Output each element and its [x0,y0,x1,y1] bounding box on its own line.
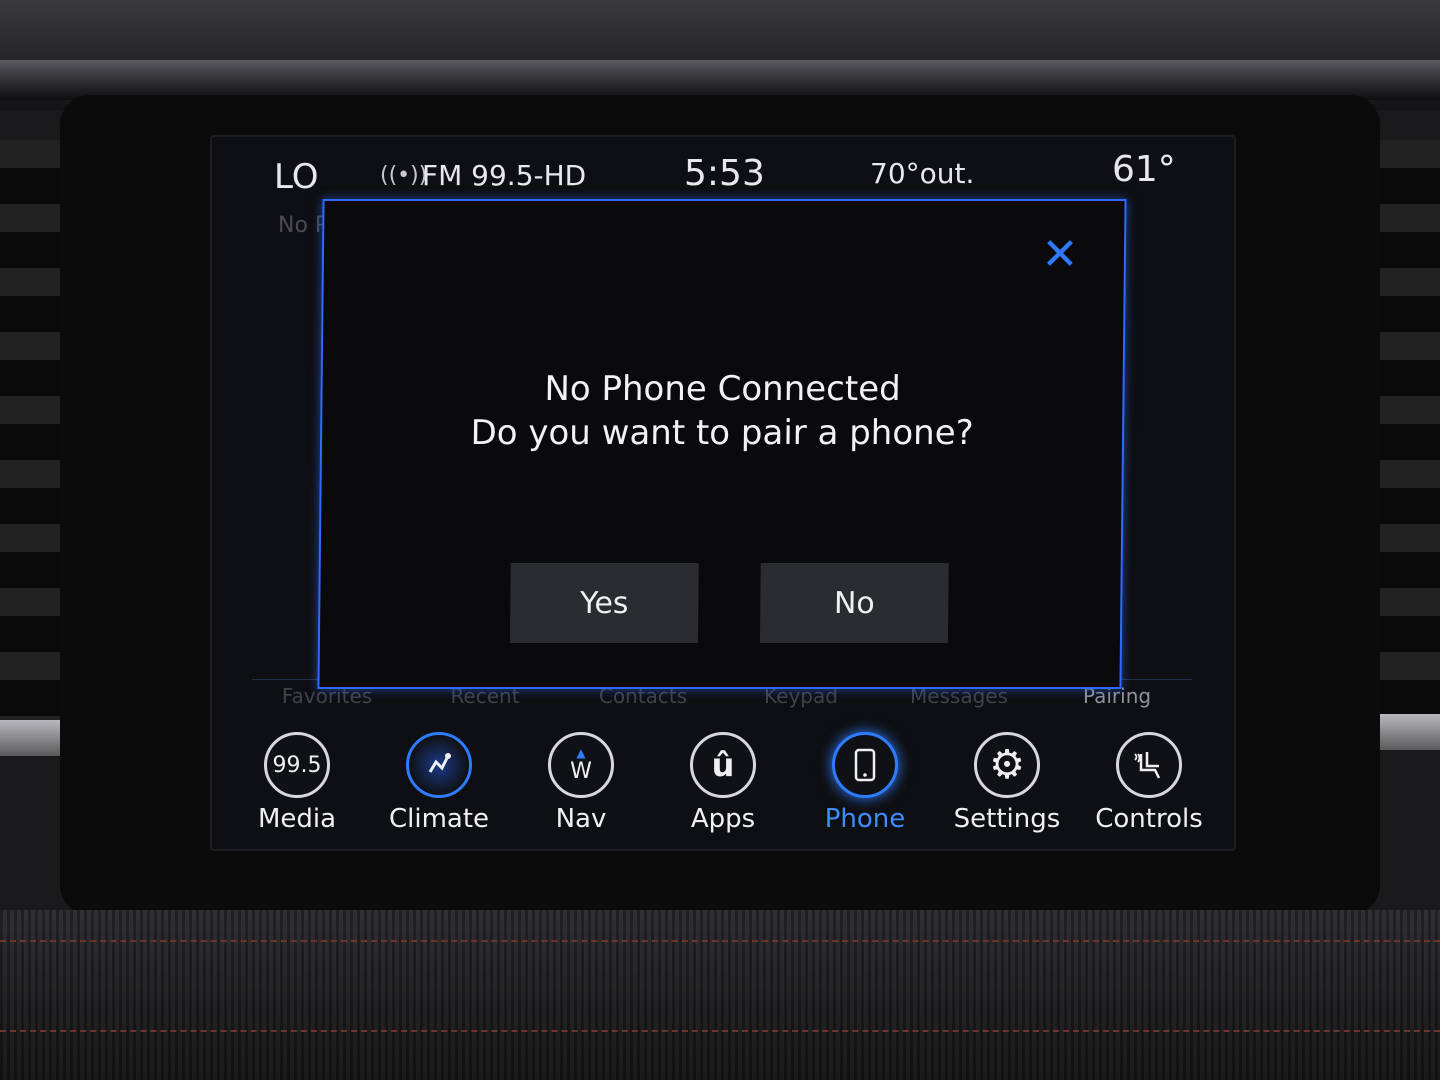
nav-controls[interactable]: Controls [1084,722,1214,849]
dashboard-trim [0,60,1440,100]
yes-button[interactable]: Yes [509,563,699,643]
pair-phone-dialog: ✕ No Phone Connected Do you want to pair… [317,199,1127,689]
nav-nav-label: Nav [555,804,607,834]
nav-media[interactable]: 99.5 Media [232,722,362,849]
close-icon: ✕ [1041,229,1079,280]
climate-right-setting[interactable]: 61° [1112,149,1176,190]
stitching [0,1030,1440,1032]
infotainment-screen: LO ((•)) FM 99.5-HD 5:53 70°out. 61° No … [210,135,1236,851]
nav-apps-label: Apps [690,804,756,834]
background-phone-status: No P [278,213,329,238]
apps-icon: û [690,732,756,798]
nav-settings-label: Settings [953,804,1061,834]
dialog-message: Do you want to pair a phone? [470,413,974,453]
gear-icon: ⚙ [974,732,1040,798]
apps-icon-text: û [711,746,735,784]
radio-signal-icon: ((•)) [380,163,428,188]
radio-station[interactable]: FM 99.5-HD [422,159,586,192]
clock: 5:53 [684,153,765,194]
nav-nav[interactable]: ▲ W Nav [516,722,646,849]
media-icon: 99.5 [264,732,330,798]
dialog-title: No Phone Connected [544,369,901,409]
nav-controls-label: Controls [1095,804,1203,834]
phone-icon [832,732,898,798]
climate-icon [406,732,472,798]
close-button[interactable]: ✕ [1036,229,1085,280]
status-bar: LO ((•)) FM 99.5-HD 5:53 70°out. 61° [212,137,1234,207]
nav-phone[interactable]: Phone [800,722,930,849]
compass-icon: ▲ W [548,732,614,798]
bottom-nav-bar: 99.5 Media Climate ▲ W Nav û Apps Phone … [212,722,1234,849]
compass-icon-text: W [570,758,592,784]
nav-apps[interactable]: û Apps [658,722,788,849]
leather-panel [0,910,1440,1080]
nav-climate-label: Climate [388,804,490,834]
nav-media-label: Media [257,804,337,834]
stitching [0,940,1440,942]
seat-controls-icon [1116,732,1182,798]
outside-temperature: 70°out. [870,157,975,190]
nav-phone-label: Phone [824,804,906,834]
media-icon-text: 99.5 [272,752,322,778]
nav-settings[interactable]: ⚙ Settings [942,722,1072,849]
no-button[interactable]: No [759,563,949,643]
climate-left-setting[interactable]: LO [274,157,319,197]
nav-climate[interactable]: Climate [374,722,504,849]
